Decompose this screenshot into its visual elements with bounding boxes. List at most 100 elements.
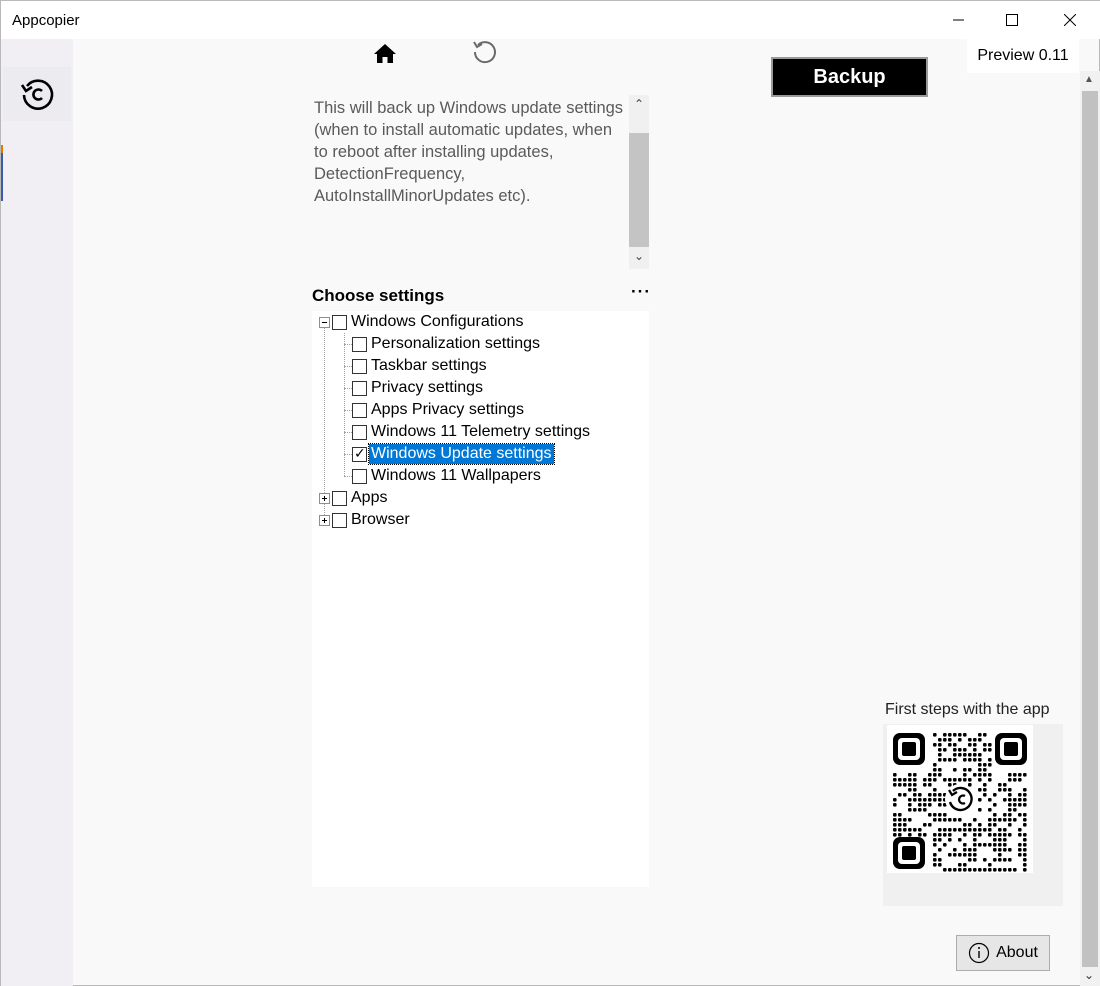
qr-module bbox=[998, 868, 1002, 872]
qr-module bbox=[1018, 828, 1022, 832]
home-button[interactable] bbox=[370, 39, 400, 67]
checkbox-windows-configurations[interactable] bbox=[332, 314, 347, 330]
qr-module bbox=[953, 853, 957, 857]
nav-item-restore[interactable] bbox=[3, 67, 71, 121]
checkbox-apps[interactable] bbox=[332, 490, 347, 506]
qr-module bbox=[983, 843, 987, 847]
qr-module bbox=[978, 778, 982, 782]
qr-module bbox=[913, 793, 917, 797]
tree-node-label[interactable]: Apps Privacy settings bbox=[369, 400, 526, 420]
chevron-down-icon[interactable]: ⌄ bbox=[634, 249, 644, 263]
qr-module bbox=[968, 848, 972, 852]
qr-module bbox=[928, 773, 932, 777]
qr-module bbox=[923, 803, 927, 807]
qr-module bbox=[893, 783, 897, 787]
qr-module bbox=[1008, 813, 1012, 817]
tree-node-windows-11-wallpapers[interactable]: Windows 11 Wallpapers bbox=[352, 465, 543, 487]
main-scrollbar[interactable]: ▲ ⌄ bbox=[1080, 71, 1100, 986]
qr-module bbox=[1023, 823, 1027, 827]
tree-node-taskbar-settings[interactable]: Taskbar settings bbox=[352, 355, 489, 377]
qr-module bbox=[968, 823, 972, 827]
qr-module bbox=[983, 768, 987, 772]
qr-module bbox=[943, 868, 947, 872]
qr-module bbox=[953, 868, 957, 872]
qr-module bbox=[968, 768, 972, 772]
description-scrollbar-thumb[interactable] bbox=[629, 133, 649, 247]
main-scrollbar-thumb[interactable] bbox=[1082, 91, 1098, 967]
qr-module bbox=[983, 858, 987, 862]
tree-node-windows-update-settings[interactable]: Windows Update settings bbox=[352, 443, 555, 465]
qr-module bbox=[973, 743, 977, 747]
qr-module bbox=[948, 868, 952, 872]
qr-module bbox=[963, 828, 967, 832]
qr-module bbox=[988, 778, 992, 782]
tree-node-label[interactable]: Apps bbox=[349, 488, 389, 508]
qr-module bbox=[938, 768, 942, 772]
qr-module bbox=[988, 868, 992, 872]
qr-module bbox=[1018, 853, 1022, 857]
tree-node-label-selected[interactable]: Windows Update settings bbox=[368, 443, 555, 465]
first-steps-label: First steps with the app bbox=[885, 701, 1050, 718]
refresh-button[interactable] bbox=[469, 37, 501, 67]
checkbox-privacy-settings[interactable] bbox=[352, 380, 367, 396]
tree-node-privacy-settings[interactable]: Privacy settings bbox=[352, 377, 485, 399]
tree-node-label[interactable]: Windows 11 Telemetry settings bbox=[369, 422, 592, 442]
qr-module bbox=[1008, 798, 1012, 802]
close-button[interactable] bbox=[1047, 1, 1093, 39]
qr-module bbox=[1008, 788, 1012, 792]
checkbox-windows-11-telemetry-settings[interactable] bbox=[352, 424, 367, 440]
qr-module bbox=[988, 843, 992, 847]
about-label[interactable]: About bbox=[996, 944, 1038, 962]
chevron-up-icon[interactable]: ⌃ bbox=[634, 97, 644, 111]
qr-module bbox=[1023, 818, 1027, 822]
tree-node-apps[interactable]: Apps bbox=[319, 487, 389, 509]
tree-node-windows-11-telemetry-settings[interactable]: Windows 11 Telemetry settings bbox=[352, 421, 592, 443]
qr-module bbox=[933, 743, 937, 747]
qr-module bbox=[968, 853, 972, 857]
qr-module bbox=[953, 743, 957, 747]
qr-module bbox=[938, 748, 942, 752]
tree-node-label[interactable]: Personalization settings bbox=[369, 334, 542, 354]
qr-module bbox=[918, 808, 922, 812]
maximize-button[interactable] bbox=[989, 1, 1035, 39]
scroll-up-arrow-icon[interactable]: ▲ bbox=[1084, 74, 1094, 85]
about-button[interactable]: About bbox=[956, 935, 1050, 971]
tree-node-label[interactable]: Browser bbox=[349, 510, 412, 530]
qr-module bbox=[988, 823, 992, 827]
backup-button[interactable]: Backup bbox=[771, 57, 928, 97]
checkbox-windows-11-wallpapers[interactable] bbox=[352, 468, 367, 484]
qr-module bbox=[983, 793, 987, 797]
qr-module bbox=[923, 808, 927, 812]
qr-module bbox=[953, 753, 957, 757]
tree-node-apps-privacy-settings[interactable]: Apps Privacy settings bbox=[352, 399, 526, 421]
qr-module bbox=[943, 843, 947, 847]
checkbox-taskbar-settings[interactable] bbox=[352, 358, 367, 374]
checkbox-personalization-settings[interactable] bbox=[352, 336, 367, 352]
qr-code-image[interactable] bbox=[887, 725, 1033, 873]
tree-node-personalization-settings[interactable]: Personalization settings bbox=[352, 333, 542, 355]
qr-module bbox=[983, 743, 987, 747]
expand-icon[interactable] bbox=[319, 492, 330, 504]
tree-node-browser[interactable]: Browser bbox=[319, 509, 412, 531]
checkbox-windows-update-settings[interactable] bbox=[352, 445, 367, 462]
collapse-icon[interactable] bbox=[319, 316, 330, 328]
tree-node-label[interactable]: Windows 11 Wallpapers bbox=[369, 466, 543, 486]
qr-module bbox=[903, 778, 907, 782]
tree-node-label[interactable]: Privacy settings bbox=[369, 378, 485, 398]
more-options-button[interactable]: ··· bbox=[631, 282, 651, 302]
tree-node-windows-configurations[interactable]: Windows Configurations bbox=[319, 311, 526, 333]
tree-node-label[interactable]: Windows Configurations bbox=[349, 312, 526, 332]
checkbox-browser[interactable] bbox=[332, 512, 347, 528]
qr-module bbox=[913, 828, 917, 832]
qr-module bbox=[943, 733, 947, 737]
qr-module bbox=[948, 838, 952, 842]
scroll-down-arrow-icon[interactable]: ⌄ bbox=[1084, 968, 1094, 982]
description-scrollbar[interactable]: ⌃ ⌄ bbox=[629, 95, 649, 269]
qr-module bbox=[1018, 833, 1022, 837]
expand-icon[interactable] bbox=[319, 514, 330, 526]
qr-module bbox=[963, 758, 967, 762]
tree-node-label[interactable]: Taskbar settings bbox=[369, 356, 489, 376]
minimize-button[interactable] bbox=[936, 1, 982, 39]
checkbox-apps-privacy-settings[interactable] bbox=[352, 402, 367, 418]
qr-module bbox=[963, 768, 967, 772]
